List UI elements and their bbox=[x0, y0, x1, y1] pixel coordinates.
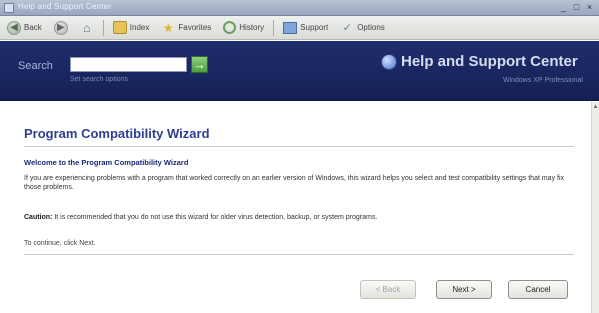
caution-label: Caution: bbox=[24, 214, 53, 221]
back-wizard-button[interactable]: < Back bbox=[360, 280, 416, 299]
history-label: History bbox=[239, 23, 265, 32]
help-center-header: Search → Set search options Help and Sup… bbox=[0, 41, 599, 101]
search-go-button[interactable]: → bbox=[191, 56, 208, 73]
star-icon: ★ bbox=[162, 20, 174, 35]
history-icon bbox=[223, 21, 237, 34]
window-title: Help and Support Center bbox=[18, 2, 112, 11]
forward-arrow-icon: ▶ bbox=[53, 20, 68, 35]
help-center-title: Help and Support Center bbox=[401, 53, 578, 70]
set-search-options-link[interactable]: Set search options bbox=[70, 76, 128, 83]
welcome-heading: Welcome to the Program Compatibility Wiz… bbox=[24, 158, 189, 167]
support-label: Support bbox=[300, 23, 329, 32]
title-divider bbox=[24, 146, 574, 147]
window-title-bar: Help and Support Center _ □ × bbox=[0, 0, 599, 16]
vertical-scrollbar[interactable]: ▲ bbox=[591, 102, 599, 313]
favorites-label: Favorites bbox=[178, 23, 212, 32]
continue-instruction: To continue, click Next. bbox=[24, 240, 96, 247]
history-button[interactable]: History bbox=[220, 19, 267, 37]
button-divider bbox=[24, 254, 574, 255]
home-button[interactable]: ⌂ bbox=[77, 19, 97, 37]
cancel-button[interactable]: Cancel bbox=[508, 280, 568, 299]
forward-button[interactable]: ▶ bbox=[51, 19, 71, 37]
options-button[interactable]: ✓ Options bbox=[337, 19, 388, 37]
next-button[interactable]: Next > bbox=[436, 280, 492, 299]
search-input[interactable] bbox=[70, 57, 187, 72]
intro-paragraph: If you are experiencing problems with a … bbox=[24, 175, 565, 191]
help-globe-icon bbox=[381, 54, 397, 70]
help-center-subtitle: Windows XP Professional bbox=[502, 77, 583, 84]
options-checkmark-icon: ✓ bbox=[342, 22, 352, 34]
home-icon: ⌂ bbox=[83, 20, 91, 35]
back-arrow-icon: ◀ bbox=[7, 20, 21, 35]
scroll-up-icon[interactable]: ▲ bbox=[592, 104, 599, 112]
caution-paragraph: Caution: It is recommended that you do n… bbox=[24, 214, 572, 221]
wizard-content: Program Compatibility Wizard Welcome to … bbox=[0, 102, 599, 313]
back-label: Back bbox=[24, 23, 42, 32]
support-button[interactable]: Support bbox=[280, 19, 331, 37]
index-button[interactable]: Index bbox=[110, 19, 153, 37]
toolbar-separator bbox=[273, 19, 275, 36]
search-label: Search bbox=[18, 60, 53, 72]
toolbar-separator bbox=[102, 19, 104, 36]
caution-text: It is recommended that you do not use th… bbox=[52, 214, 378, 221]
back-button[interactable]: ◀ Back bbox=[4, 19, 45, 37]
close-button[interactable]: × bbox=[584, 2, 595, 13]
window-controls: _ □ × bbox=[558, 2, 595, 13]
book-icon bbox=[112, 21, 127, 34]
navigation-toolbar: ◀ Back ▶ ⌂ Index ★ Favorites History Sup… bbox=[0, 16, 599, 40]
index-label: Index bbox=[129, 23, 150, 32]
page-title: Program Compatibility Wizard bbox=[24, 126, 210, 141]
support-icon bbox=[283, 21, 298, 34]
minimize-button[interactable]: _ bbox=[558, 2, 569, 13]
options-label: Options bbox=[357, 23, 385, 32]
favorites-button[interactable]: ★ Favorites bbox=[158, 19, 214, 37]
maximize-button[interactable]: □ bbox=[571, 2, 582, 13]
window-app-icon bbox=[4, 3, 14, 13]
